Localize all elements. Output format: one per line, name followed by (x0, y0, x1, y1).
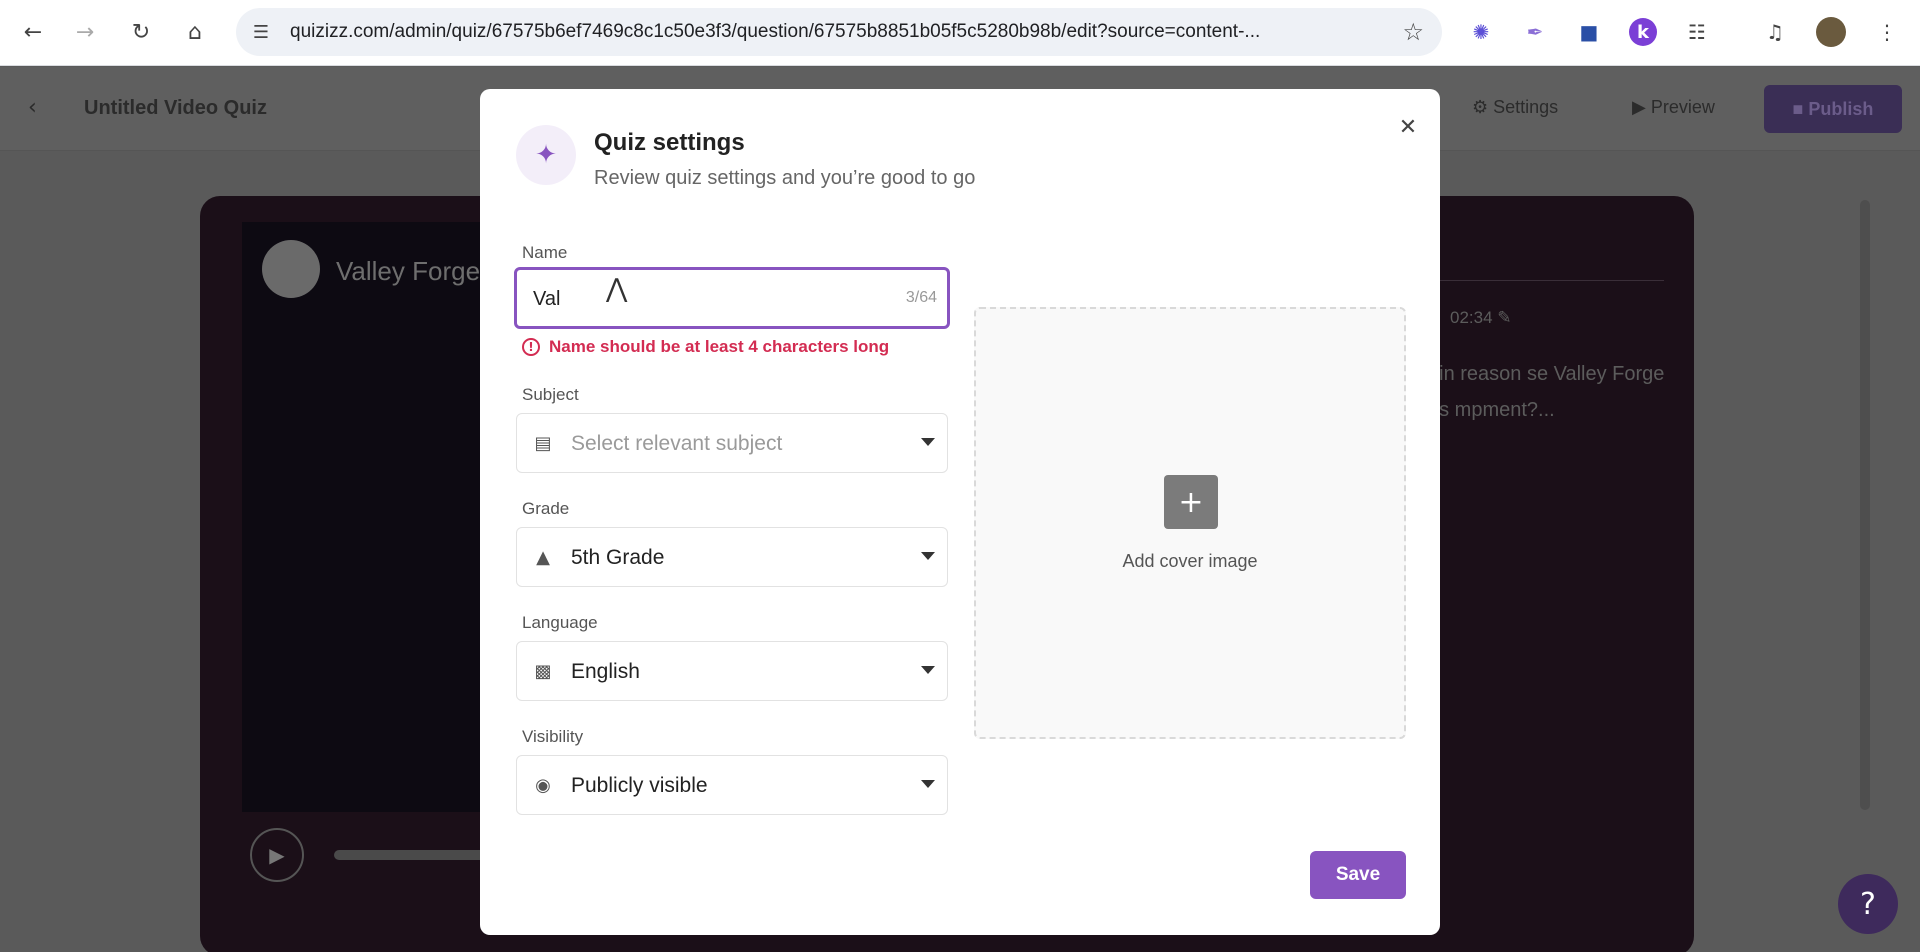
channel-name: Valley Forge (336, 256, 481, 286)
modal-title: Quiz settings (594, 129, 745, 156)
reload-icon[interactable]: ↻ (124, 15, 158, 49)
question-timestamp: 02:34 ✎ (1450, 308, 1512, 327)
preview-label: Preview (1650, 97, 1715, 117)
extension-asterisk-icon[interactable]: ✺ (1464, 15, 1498, 49)
alert-circle-icon: ! (522, 338, 540, 356)
save-button[interactable]: Save (1310, 851, 1406, 899)
scrollbar[interactable] (1860, 200, 1870, 810)
grade-value: 5th Grade (571, 546, 665, 569)
channel-logo (262, 240, 320, 298)
subject-placeholder: Select relevant subject (571, 432, 783, 455)
bookmark-star-icon[interactable]: ☆ (1402, 18, 1424, 46)
subject-label: Subject (522, 385, 579, 404)
visibility-value: Publicly visible (571, 774, 708, 797)
profile-avatar[interactable] (1814, 15, 1848, 49)
publish-button[interactable]: ■ Publish (1764, 85, 1902, 133)
language-select[interactable]: ▩ English (516, 641, 948, 701)
quiz-title: Untitled Video Quiz (84, 97, 267, 119)
settings-button[interactable]: ⚙ Settings (1472, 97, 1558, 118)
publish-label: Publish (1808, 98, 1874, 119)
preview-button[interactable]: ▶ Preview (1632, 97, 1715, 118)
back-icon[interactable]: ← (16, 15, 50, 49)
close-icon[interactable]: ✕ (1394, 113, 1422, 141)
name-error-text: Name should be at least 4 characters lon… (549, 337, 890, 356)
browser-toolbar: ← → ↻ ⌂ ☰ quizizz.com/admin/quiz/67575b6… (0, 0, 1920, 66)
home-icon[interactable]: ⌂ (178, 15, 212, 49)
question-preview: ain reason se Valley Forge as mpment?... (1428, 363, 1665, 421)
plus-icon[interactable]: + (1164, 475, 1218, 529)
visibility-select[interactable]: ◉ Publicly visible (516, 755, 948, 815)
extension-feather-icon[interactable]: ✒ (1518, 15, 1552, 49)
cover-image-dropzone[interactable]: + Add cover image (974, 307, 1406, 739)
settings-label: Settings (1493, 97, 1559, 117)
language-value: English (571, 660, 640, 683)
timestamp-text: 02:34 (1450, 308, 1493, 327)
grade-label: Grade (522, 499, 570, 518)
caret-down-icon (921, 780, 935, 788)
url-text[interactable]: quizizz.com/admin/quiz/67575b6ef7469c8c1… (290, 21, 1370, 43)
grade-select[interactable]: ▲ 5th Grade (516, 527, 948, 587)
forward-icon[interactable]: → (68, 15, 102, 49)
text-cursor-icon: ⋀ (606, 274, 628, 304)
play-icon[interactable]: ▶ (250, 828, 304, 882)
extensions-puzzle-icon[interactable]: ☷ (1680, 15, 1714, 49)
name-error: ! Name should be at least 4 characters l… (522, 337, 889, 357)
address-bar[interactable]: ☰ quizizz.com/admin/quiz/67575b6ef7469c8… (236, 8, 1442, 56)
chevron-left-icon[interactable]: ‹ (28, 95, 37, 120)
caret-down-icon (921, 438, 935, 446)
cover-image-label: Add cover image (1122, 551, 1258, 571)
name-label: Name (522, 243, 568, 262)
modal-subtitle: Review quiz settings and you’re good to … (594, 167, 976, 189)
char-count: 3/64 (905, 289, 937, 306)
media-controls-icon[interactable]: ♫ (1758, 15, 1792, 49)
help-button[interactable]: ? (1838, 874, 1898, 934)
graduation-cap-icon: ▲ (536, 546, 550, 568)
language-label: Language (522, 613, 598, 632)
divider (1428, 280, 1664, 281)
quiz-settings-modal: ✦ Quiz settings Review quiz settings and… (480, 89, 1440, 935)
language-card-icon: ▩ (534, 660, 552, 682)
eye-icon: ◉ (535, 774, 551, 796)
extension-profile-icon[interactable]: ■ (1572, 15, 1606, 49)
name-input[interactable] (533, 284, 833, 314)
extension-k-icon[interactable]: k (1626, 15, 1660, 49)
browser-menu-icon[interactable]: ⋮ (1870, 15, 1904, 49)
book-icon: ▤ (534, 432, 552, 454)
visibility-label: Visibility (522, 727, 584, 746)
caret-down-icon (921, 666, 935, 674)
sparkle-icon: ✦ (516, 125, 576, 185)
name-field[interactable]: 3/64 (514, 267, 950, 329)
subject-select[interactable]: ▤ Select relevant subject (516, 413, 948, 473)
site-info-icon[interactable]: ☰ (250, 21, 272, 43)
caret-down-icon (921, 552, 935, 560)
